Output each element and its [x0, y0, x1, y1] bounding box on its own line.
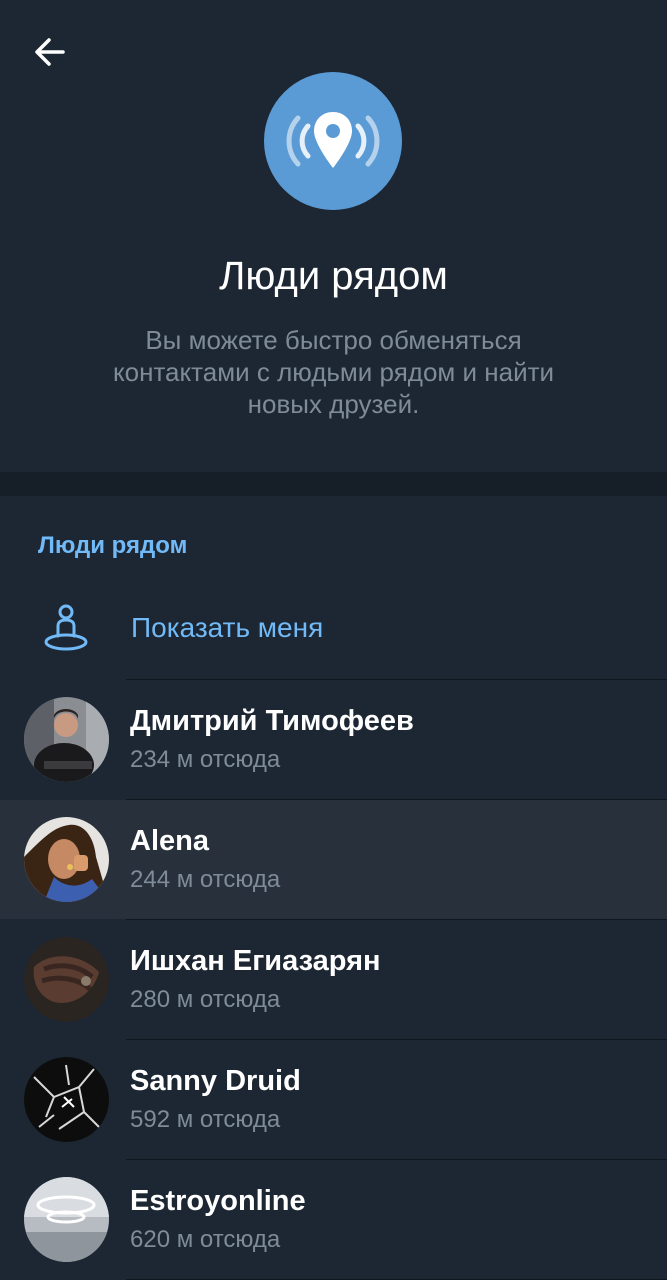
- description-line: контактами с людьми рядом и найти: [112, 357, 555, 387]
- user-name: Дмитрий Тимофеев: [130, 705, 414, 737]
- list-item[interactable]: Sanny Druid 592 м отсюда: [0, 1040, 667, 1159]
- list-item[interactable]: Estroyonline 620 м отсюда: [0, 1160, 667, 1279]
- show-me-button[interactable]: Показать меня: [0, 580, 667, 680]
- user-distance: 620 м отсюда: [130, 1226, 281, 1253]
- list-item[interactable]: Дмитрий Тимофеев 234 м отсюда: [0, 680, 667, 799]
- user-distance: 280 м отсюда: [130, 986, 281, 1013]
- page-description: Вы можете быстро обменяться контактами с…: [80, 324, 587, 420]
- avatar: [24, 817, 109, 902]
- arrow-left-icon: [35, 38, 65, 66]
- people-nearby-screen: Люди рядом Вы можете быстро обменяться к…: [0, 0, 667, 1280]
- list-item[interactable]: Alena 244 м отсюда: [0, 800, 667, 919]
- nearby-people-list: Люди рядом Показать меня Дмитрий Тимофее…: [0, 496, 667, 1280]
- back-button[interactable]: [22, 28, 78, 76]
- user-name: Ишхан Егиазарян: [130, 945, 381, 977]
- user-distance: 234 м отсюда: [130, 746, 281, 773]
- page-title: Люди рядом: [219, 254, 448, 298]
- location-pin-radar-icon: [264, 72, 402, 210]
- show-me-label: Показать меня: [131, 612, 324, 643]
- user-name: Alena: [130, 825, 209, 857]
- description-line: Вы можете быстро обменяться: [145, 325, 522, 355]
- section-divider: [0, 472, 667, 496]
- avatar: [24, 697, 109, 782]
- avatar: [24, 1057, 109, 1142]
- user-name: Sanny Druid: [130, 1065, 301, 1097]
- user-name: Estroyonline: [130, 1185, 306, 1217]
- description-line: новых друзей.: [247, 389, 420, 419]
- avatar: [24, 937, 109, 1022]
- user-distance: 244 м отсюда: [130, 866, 281, 893]
- user-distance: 592 м отсюда: [130, 1106, 281, 1133]
- list-item[interactable]: Ишхан Егиазарян 280 м отсюда: [0, 920, 667, 1039]
- hero-section: Люди рядом Вы можете быстро обменяться к…: [0, 0, 667, 472]
- person-on-location-icon: [44, 604, 88, 651]
- section-header: Люди рядом: [38, 532, 188, 559]
- avatar: [24, 1177, 109, 1262]
